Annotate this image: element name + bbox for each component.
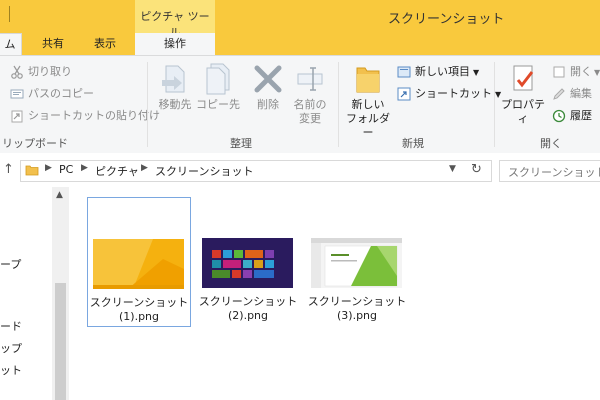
new-item-button[interactable]: 新しい項目 ▼ (397, 62, 479, 82)
tab-share[interactable]: 共有 (36, 33, 70, 55)
group-separator (147, 62, 148, 147)
rename-label-line1: 名前の (293, 98, 327, 111)
paste-shortcut-icon (11, 110, 23, 123)
file-list: スクリーンショット (1).png スクリーンショット (2).png スクリー… (70, 187, 600, 400)
context-tab-group: ピクチャ ツール (135, 0, 215, 39)
window-title: スクリーンショット (388, 12, 505, 27)
breadcrumb-chevron-icon: ▶ (141, 163, 148, 173)
tab-view[interactable]: 表示 (88, 33, 122, 55)
breadcrumb-chevron-icon: ▶ (81, 163, 88, 173)
new-folder-label-line2: フォルダー (346, 112, 390, 139)
file-name-2: スクリーンショット (2).png (198, 295, 298, 322)
new-folder-label-line1: 新しい (351, 98, 385, 111)
search-placeholder: スクリーンショットの検 (508, 166, 600, 179)
tab-home[interactable]: ム (0, 33, 22, 56)
edit-button[interactable]: 編集 (552, 84, 592, 104)
copy-path-button[interactable]: パスのコピー (10, 84, 94, 104)
copy-to-button[interactable]: コピー先 (195, 62, 241, 112)
delete-x-icon (254, 65, 282, 93)
history-icon (552, 109, 566, 123)
navigation-scrollbar[interactable]: ▲ (52, 187, 69, 400)
rename-label-line2: 変更 (299, 112, 321, 125)
edit-icon (553, 88, 565, 100)
file-name-1: スクリーンショット (1).png (89, 296, 189, 323)
thumbnail-3 (311, 238, 402, 288)
properties-label: プロパティ (501, 98, 545, 125)
new-item-icon (397, 66, 411, 78)
chevron-down-icon: ▼ (594, 68, 600, 77)
organize-group-label: 整理 (230, 137, 252, 150)
nav-item-network[interactable]: ット (0, 362, 22, 378)
history-button[interactable]: 履歴 (552, 106, 592, 126)
rename-button[interactable]: 名前の 変更 (288, 62, 332, 126)
properties-icon (513, 65, 534, 91)
breadcrumb-pictures[interactable]: ピクチャ (95, 163, 139, 179)
open-icon (553, 66, 565, 78)
quick-access-separator (9, 6, 10, 22)
open-group-label: 開く (540, 137, 562, 150)
open-button[interactable]: 開く ▼ (552, 62, 600, 82)
address-bar[interactable]: ▶ PC ▶ ピクチャ ▶ スクリーンショット ▼ ↻ (20, 160, 492, 182)
move-to-label: 移動先 (158, 98, 192, 111)
paste-shortcut-label: ショートカットの貼り付け (28, 109, 160, 122)
tab-manage[interactable]: 操作 (135, 33, 215, 55)
thumbnail-2 (202, 238, 293, 288)
scissors-icon (11, 65, 23, 79)
delete-label: 削除 (257, 98, 279, 111)
ribbon: 切り取り パスのコピー ショートカットの貼り付け リップボード 移動先 コピー先… (0, 55, 600, 154)
chevron-down-icon: ▼ (473, 68, 480, 77)
nav-item-homegroup[interactable]: ープ (0, 256, 21, 272)
file-name-3: スクリーンショット (3).png (307, 295, 407, 322)
new-item-label: 新しい項目 (415, 65, 470, 78)
history-label: 履歴 (570, 109, 592, 122)
address-dropdown-icon[interactable]: ▼ (449, 164, 456, 174)
easy-access-button[interactable]: ショートカット ▼ (397, 84, 501, 104)
up-arrow-icon[interactable]: ↑ (3, 162, 14, 177)
nav-item-desktop[interactable]: ップ (0, 340, 22, 356)
group-separator (494, 62, 495, 147)
new-group-label: 新規 (402, 137, 424, 150)
search-input[interactable]: スクリーンショットの検 (499, 160, 600, 182)
file-item-1[interactable]: スクリーンショット (1).png (87, 197, 191, 327)
path-icon (10, 89, 24, 99)
scrollbar-thumb[interactable] (55, 283, 66, 400)
paste-shortcut-button[interactable]: ショートカットの貼り付け (10, 106, 160, 126)
new-folder-button[interactable]: 新しい フォルダー (343, 62, 393, 140)
breadcrumb-chevron-icon: ▶ (45, 163, 52, 173)
easy-access-label: ショートカット (415, 87, 492, 100)
refresh-icon[interactable]: ↻ (471, 162, 482, 177)
edit-label: 編集 (570, 87, 592, 100)
copy-path-label: パスのコピー (28, 87, 94, 100)
folder-icon (25, 165, 39, 176)
copy-to-label: コピー先 (196, 98, 240, 111)
group-separator (338, 62, 339, 147)
breadcrumb-pc[interactable]: PC (59, 163, 73, 176)
thumbnail-1 (93, 239, 184, 289)
delete-button[interactable]: 削除 (250, 62, 286, 112)
file-item-2[interactable]: スクリーンショット (2).png (197, 197, 299, 325)
ribbon-tabs: ム 共有 表示 操作 (0, 33, 600, 56)
cut-button[interactable]: 切り取り (10, 62, 72, 82)
copy-to-icon (206, 63, 230, 95)
move-to-icon (162, 65, 185, 93)
address-bar-row: ↑ ▶ PC ▶ ピクチャ ▶ スクリーンショット ▼ ↻ スクリーンショットの… (0, 153, 600, 187)
cut-label: 切り取り (28, 65, 72, 78)
clipboard-group-label: リップボード (2, 137, 68, 150)
open-label: 開く (570, 65, 592, 78)
folder-icon (356, 67, 380, 93)
title-bar: ピクチャ ツール スクリーンショット (0, 0, 600, 39)
nav-item-network-drive[interactable]: ード (0, 318, 22, 334)
move-to-button[interactable]: 移動先 (153, 62, 197, 112)
scroll-up-icon[interactable]: ▲ (56, 190, 63, 200)
file-item-3[interactable]: スクリーンショット (3).png (306, 197, 408, 325)
rename-icon (297, 67, 323, 91)
shortcut-icon (397, 87, 411, 101)
properties-button[interactable]: プロパティ (497, 62, 549, 126)
breadcrumb-screenshots[interactable]: スクリーンショット (155, 163, 253, 179)
